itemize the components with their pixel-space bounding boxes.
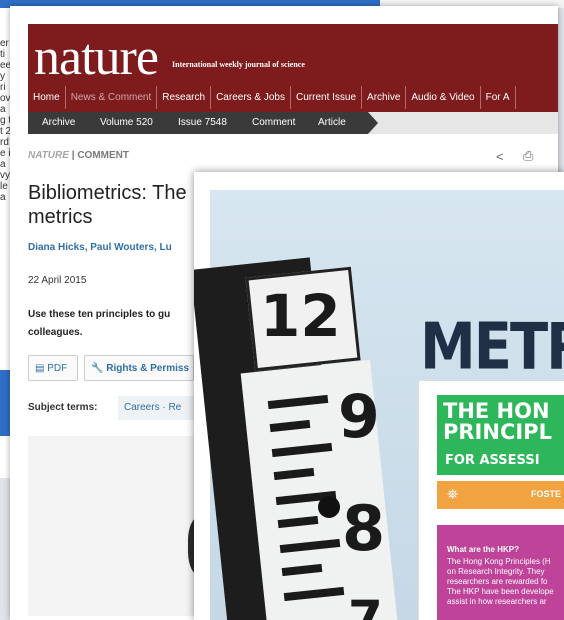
- nav-item[interactable]: For A: [481, 86, 516, 109]
- pdf-label: PDF: [47, 363, 68, 374]
- poster-window: 12 9 8 7 METR THE HON PRINCIPL FOR ASSES…: [194, 172, 564, 620]
- nav-item[interactable]: Research: [157, 86, 212, 109]
- article-authors[interactable]: Diana Hicks, Paul Wouters, Lu: [28, 242, 203, 253]
- breadcrumb: Archive Volume 520 Issue 7548 Comment Articl…: [28, 112, 558, 134]
- nature-tagline: International weekly journal of science: [172, 60, 305, 69]
- subject-terms-label: Subject terms:: [28, 402, 98, 413]
- share-icon[interactable]: <: [496, 149, 504, 164]
- nav-item[interactable]: Careers & Jobs: [211, 86, 291, 109]
- article-summary: Use these ten principles to gu colleague…: [28, 309, 171, 338]
- nav-item[interactable]: Archive: [362, 86, 407, 109]
- section-journal[interactable]: NATURE: [28, 150, 69, 161]
- gauge-number-9: 9: [338, 382, 380, 452]
- hkp-subtitle: FOR ASSESSI: [445, 453, 540, 468]
- nav-item[interactable]: Home: [28, 86, 66, 109]
- section-separator: |: [71, 150, 75, 161]
- hkp-body-line: The HKP have been develope: [447, 587, 554, 596]
- rights-permissions-button[interactable]: 🔧 Rights & Permiss: [84, 355, 194, 381]
- hkp-title-line2: PRINCIPL: [443, 420, 552, 444]
- wrench-icon: 🔧: [91, 363, 107, 374]
- hkp-title-block: THE HON PRINCIPL FOR ASSESSI: [437, 395, 564, 475]
- hkp-body: The Hong Kong Principles (H on Research I…: [447, 557, 564, 607]
- section-type[interactable]: COMMENT: [77, 150, 129, 161]
- pdf-button[interactable]: ▤ PDF: [28, 355, 78, 381]
- section-label: NATURE | COMMENT: [28, 150, 129, 161]
- rights-label: Rights & Permiss: [106, 363, 190, 374]
- hkp-question: What are the HKP?: [447, 545, 520, 554]
- gauge-bolt: [318, 496, 340, 518]
- publication-date: 22 April 2015: [28, 275, 87, 286]
- breadcrumb-item[interactable]: Volume 520: [86, 112, 176, 134]
- nature-masthead: nature International weekly journal of s…: [28, 24, 558, 112]
- poster-headline: METR: [420, 310, 564, 385]
- hkp-title: THE HON PRINCIPL: [443, 401, 552, 443]
- pdf-icon: ▤: [35, 363, 48, 374]
- hkp-orange-text: FOSTE: [531, 489, 562, 499]
- nav-item[interactable]: Current Issue: [291, 86, 363, 109]
- hkp-body-line: The Hong Kong Principles (H: [447, 557, 551, 566]
- hkp-body-line: assist in how researchers ar: [447, 597, 547, 606]
- article-image: [28, 436, 218, 616]
- print-icon[interactable]: ⎙: [523, 148, 533, 164]
- gauge-number-8: 8: [342, 492, 386, 565]
- breadcrumb-item[interactable]: Archive: [28, 112, 98, 134]
- hkp-card: THE HON PRINCIPL FOR ASSESSI ⛯ FOSTE Wha…: [418, 380, 564, 620]
- hkp-orange-bar: ⛯ FOSTE: [437, 481, 564, 509]
- hkp-body-line: researchers are rewarded fo: [447, 577, 548, 586]
- building-icon: ⛯: [447, 486, 459, 502]
- nature-logo[interactable]: nature: [34, 28, 159, 87]
- main-nav: Home News & Comment Research Careers & Jobs…: [28, 86, 558, 110]
- background-button[interactable]: [0, 370, 10, 436]
- nav-item[interactable]: Audio & Video: [406, 86, 481, 109]
- gauge-number-7: 7: [348, 590, 383, 620]
- gauge-number-12: 12: [260, 282, 341, 350]
- hkp-body-line: on Research Integrity. They: [447, 567, 545, 576]
- article-title: Bibliometrics: The metrics: [28, 182, 187, 228]
- nav-item[interactable]: News & Comment: [66, 86, 158, 109]
- hkp-info-block: What are the HKP? The Hong Kong Principl…: [437, 525, 564, 620]
